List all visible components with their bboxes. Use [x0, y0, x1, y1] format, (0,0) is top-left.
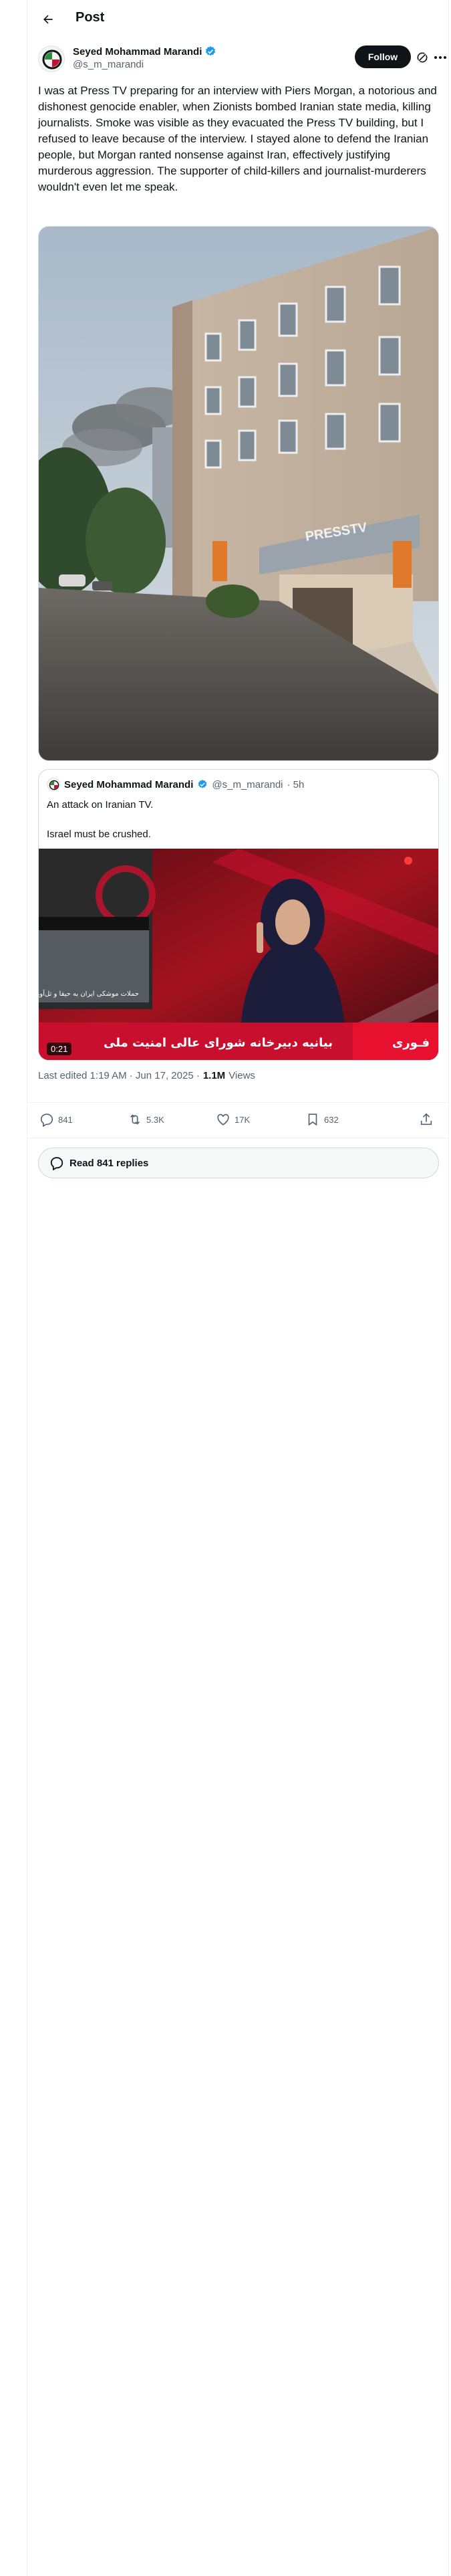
bookmark-icon — [308, 1113, 317, 1126]
author-handle[interactable]: @s_m_marandi — [73, 59, 144, 70]
action-bar: 841 5.3K 17K 632 — [27, 1102, 450, 1138]
like-count: 17K — [235, 1114, 251, 1125]
more-icon[interactable] — [432, 49, 448, 66]
grok-icon[interactable] — [416, 51, 429, 64]
share-icon — [420, 1113, 432, 1125]
main-column: Post Seyed Mohammad Marandi @s_m_marandi… — [27, 0, 450, 2576]
inset-caption: حملات موشکی ایران به حیفا و تل‌آویو — [39, 989, 139, 998]
bookmark-count: 632 — [324, 1114, 339, 1125]
quote-author-handle: @s_m_marandi — [212, 778, 283, 790]
quoted-post[interactable]: Seyed Mohammad Marandi @s_m_marandi · 5h… — [38, 769, 439, 1061]
quote-header: Seyed Mohammad Marandi @s_m_marandi · 5h — [47, 778, 304, 791]
chat-bubble-icon — [50, 1157, 63, 1170]
read-replies-button[interactable]: Read 841 replies — [38, 1148, 439, 1178]
post-author: Seyed Mohammad Marandi @s_m_marandi Foll… — [38, 44, 446, 74]
repost-count: 5.3K — [146, 1114, 164, 1125]
verified-badge-icon — [198, 780, 207, 788]
verified-badge-icon — [206, 46, 216, 56]
follow-button[interactable]: Follow — [355, 45, 411, 68]
quote-avatar — [47, 778, 60, 791]
reply-count: 841 — [58, 1114, 73, 1125]
post-photo[interactable]: PRESSTV — [38, 226, 439, 761]
edited-timestamp[interactable]: Last edited 1:19 AM · Jun 17, 2025 · — [38, 1070, 200, 1081]
post-meta: Last edited 1:19 AM · Jun 17, 2025 · 1.1… — [38, 1070, 255, 1081]
bookmark-button[interactable]: 632 — [305, 1112, 339, 1127]
read-replies-label: Read 841 replies — [69, 1157, 149, 1169]
breaking-badge: فـوری — [392, 1036, 430, 1050]
page-title: Post — [76, 10, 105, 25]
quote-text: An attack on Iranian TV. Israel must be … — [47, 799, 154, 840]
author-name[interactable]: Seyed Mohammad Marandi — [73, 46, 202, 58]
author-name-row: Seyed Mohammad Marandi — [73, 45, 216, 58]
video-duration: 0:21 — [47, 1043, 72, 1055]
like-button[interactable]: 17K — [216, 1112, 250, 1127]
like-icon — [217, 1113, 229, 1125]
reply-icon — [40, 1113, 53, 1127]
quote-timestamp: · 5h — [287, 778, 305, 790]
repost-button[interactable]: 5.3K — [128, 1112, 164, 1127]
views-label: Views — [229, 1070, 255, 1081]
avatar[interactable] — [38, 45, 65, 72]
post-text: I was at Press TV preparing for an inter… — [38, 84, 440, 193]
top-bar: Post — [27, 0, 450, 37]
quote-video[interactable]: حملات موشکی ایران به حیفا و تل‌آویو بیان… — [39, 849, 438, 1060]
back-arrow-icon — [43, 15, 53, 24]
repost-icon — [130, 1114, 140, 1125]
share-button[interactable] — [419, 1112, 434, 1127]
ticker-text: بیانیه دبیرخانه شورای عالی امنیت ملی — [104, 1036, 333, 1050]
views-count: 1.1M — [202, 1070, 226, 1081]
quote-author-name: Seyed Mohammad Marandi — [64, 778, 194, 790]
back-button[interactable] — [37, 8, 59, 31]
reply-button[interactable]: 841 — [39, 1112, 73, 1127]
